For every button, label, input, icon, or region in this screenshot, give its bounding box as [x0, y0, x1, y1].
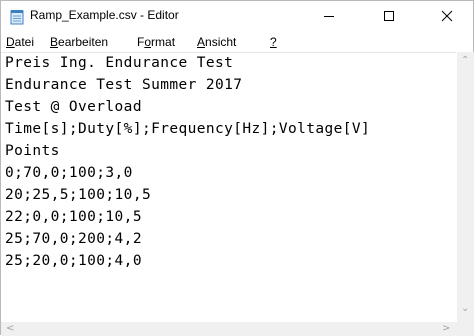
menu-datei-accel: D	[6, 35, 15, 49]
text-line: Preis Ing. Endurance Test	[5, 55, 234, 71]
scroll-right-icon[interactable]: >	[442, 324, 450, 334]
maximize-button[interactable]	[366, 1, 412, 31]
menu-ansicht-accel: A	[197, 35, 206, 49]
close-button[interactable]	[424, 1, 470, 31]
notepad-icon	[10, 10, 24, 25]
minimize-icon	[324, 16, 334, 17]
menu-help[interactable]: ?	[270, 35, 277, 49]
menu-bearbeiten-accel: B	[50, 35, 59, 49]
scroll-up-icon[interactable]: ⌃	[461, 56, 469, 66]
menu-bearbeiten[interactable]: Bearbeiten	[50, 35, 108, 49]
menu-help-accel: ?	[270, 35, 277, 49]
title-bar[interactable]: Ramp_Example.csv - Editor	[1, 1, 473, 31]
menu-datei[interactable]: Datei	[6, 35, 34, 49]
menu-ansicht-rest: nsicht	[205, 35, 237, 49]
text-line: 22;0,0;100;10,5	[5, 209, 142, 225]
text-area[interactable]: Preis Ing. Endurance Test Endurance Test…	[1, 52, 456, 323]
menu-bar: Datei Bearbeiten Format Ansicht ?	[1, 32, 473, 52]
menu-ansicht[interactable]: Ansicht	[197, 35, 236, 49]
close-icon	[441, 10, 453, 22]
text-line: Test @ Overload	[5, 99, 142, 115]
vertical-scrollbar[interactable]: ⌃ ⌄	[457, 52, 474, 322]
scroll-left-icon[interactable]: <	[6, 324, 14, 334]
menu-format[interactable]: Format	[137, 35, 175, 49]
text-line: 25;20,0;100;4,0	[5, 253, 142, 269]
horizontal-scrollbar[interactable]: < >	[1, 322, 457, 336]
text-line: Time[s];Duty[%];Frequency[Hz];Voltage[V]	[5, 121, 371, 137]
window-title: Ramp_Example.csv - Editor	[30, 8, 179, 22]
text-line: 20;25,5;100;10,5	[5, 187, 152, 203]
scroll-down-icon[interactable]: ⌄	[461, 304, 469, 314]
menu-format-rest: rmat	[151, 35, 176, 49]
text-line: 25;70,0;200;4,2	[5, 231, 142, 247]
text-line: Endurance Test Summer 2017	[5, 77, 243, 93]
text-line: 0;70,0;100;3,0	[5, 165, 133, 181]
minimize-button[interactable]	[306, 1, 352, 31]
menu-bearbeiten-rest: earbeiten	[58, 35, 109, 49]
maximize-icon	[384, 11, 394, 21]
text-line: Points	[5, 143, 60, 159]
editor-window: Ramp_Example.csv - Editor Datei Bearbeit…	[0, 0, 474, 336]
scrollbar-corner	[457, 322, 474, 336]
menu-datei-rest: atei	[14, 35, 35, 49]
